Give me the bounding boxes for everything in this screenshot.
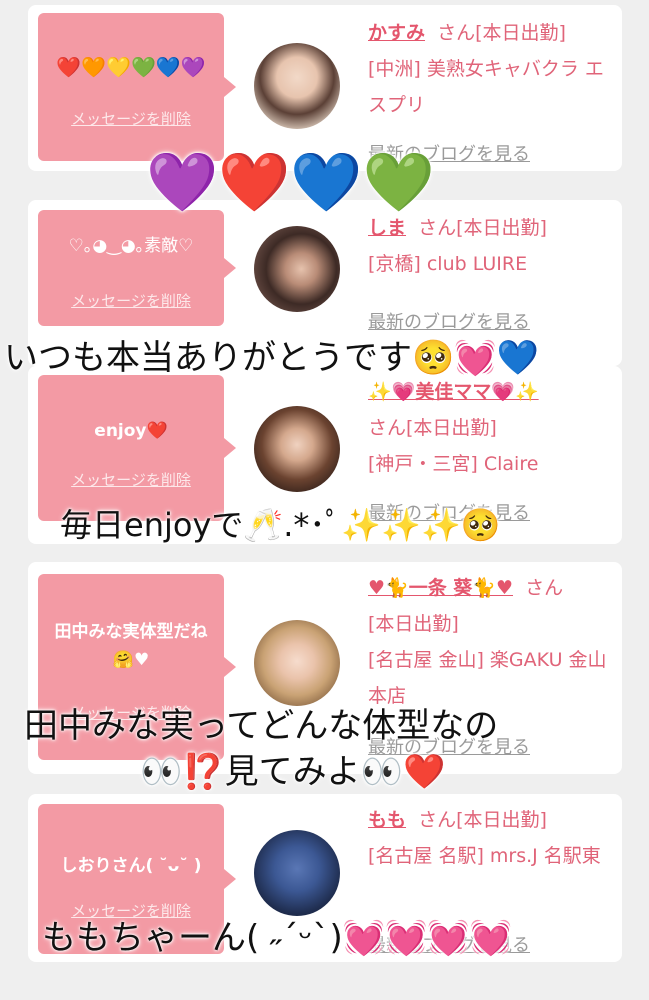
message-bubble: ❤️🧡💛💚💙💜 メッセージを削除 — [38, 13, 236, 161]
cast-name-link[interactable]: ✨💗美佳ママ💗✨ — [368, 374, 608, 410]
cast-name-link[interactable]: ♥🐈一条 葵🐈♥ — [368, 577, 513, 599]
overlay-caption-4: ももちゃーん( ˶ˊᵕˋ)💓💓💓💓 — [42, 918, 513, 958]
message-text: ❤️🧡💛💚💙💜 — [56, 55, 206, 79]
honorific: さん — [418, 809, 457, 831]
avatar[interactable] — [254, 226, 340, 312]
message-text: ♡｡◕‿◕｡素敵♡ — [68, 236, 194, 256]
honorific: さん — [418, 217, 457, 239]
cast-info: ♥🐈一条 葵🐈♥ さん [本日出勤] [名古屋 金山] 楽GAKU 金山本店 最… — [368, 570, 608, 758]
cast-info: しま さん[本日出勤] [京橋] club LUIRE 最新のブログを見る — [368, 210, 608, 333]
store-name: [神戸・三宮] Claire — [368, 453, 539, 475]
delete-message-link[interactable]: メッセージを削除 — [38, 469, 224, 490]
avatar[interactable] — [254, 43, 340, 129]
overlay-caption-3b: 👀⁉️見てみよ👀❤️ — [140, 752, 446, 792]
store-name: [京橋] club LUIRE — [368, 253, 528, 275]
message-text: 田中みな実体型だね🤗♥ — [54, 622, 208, 670]
message-text: enjoy❤️ — [94, 421, 168, 441]
cast-info: かすみ さん[本日出勤] [中洲] 美熟女キャバクラ エスプリ 最新のブログを見… — [368, 15, 608, 165]
store-name: [中洲] 美熟女キャバクラ エスプリ — [368, 58, 604, 116]
work-status: [本日出勤] — [368, 613, 459, 635]
work-status: さん[本日出勤] — [368, 417, 497, 439]
work-status: [本日出勤] — [475, 22, 566, 44]
message-text: しおりさん( ˘ᴗ˘ ) — [60, 856, 202, 876]
avatar[interactable] — [254, 406, 340, 492]
cast-info: もも さん[本日出勤] [名古屋 名駅] mrs.J 名駅東 最新のブログを見る — [368, 802, 608, 956]
avatar[interactable] — [254, 830, 340, 916]
cast-name-link[interactable]: かすみ — [368, 22, 425, 44]
honorific: さん — [525, 577, 564, 599]
heart-stickers: 💜❤️💙💚 — [146, 148, 435, 216]
delete-message-link[interactable]: メッセージを削除 — [38, 290, 224, 311]
cast-name-link[interactable]: もも — [368, 809, 406, 831]
store-name: [名古屋 名駅] mrs.J 名駅東 — [368, 845, 601, 867]
delete-message-link[interactable]: メッセージを削除 — [38, 108, 224, 129]
overlay-caption-3a: 田中みな実ってどんな体型なの — [24, 706, 499, 746]
avatar[interactable] — [254, 620, 340, 706]
work-status: [本日出勤] — [456, 217, 547, 239]
cast-name-link[interactable]: しま — [368, 217, 406, 239]
cast-info: ✨💗美佳ママ💗✨ さん[本日出勤] [神戸・三宮] Claire 最新のブログを… — [368, 374, 608, 524]
message-bubble: ♡｡◕‿◕｡素敵♡ メッセージを削除 — [38, 210, 236, 326]
work-status: [本日出勤] — [456, 809, 547, 831]
overlay-caption-2: 毎日enjoyで🥂.*･ﾟ✨✨✨🥺 — [60, 506, 501, 544]
message-card: ❤️🧡💛💚💙💜 メッセージを削除 かすみ さん[本日出勤] [中洲] 美熟女キャ… — [28, 5, 622, 171]
honorific: さん — [437, 22, 476, 44]
overlay-caption-1: いつも本当ありがとうです🥺💓💙 — [4, 338, 540, 378]
